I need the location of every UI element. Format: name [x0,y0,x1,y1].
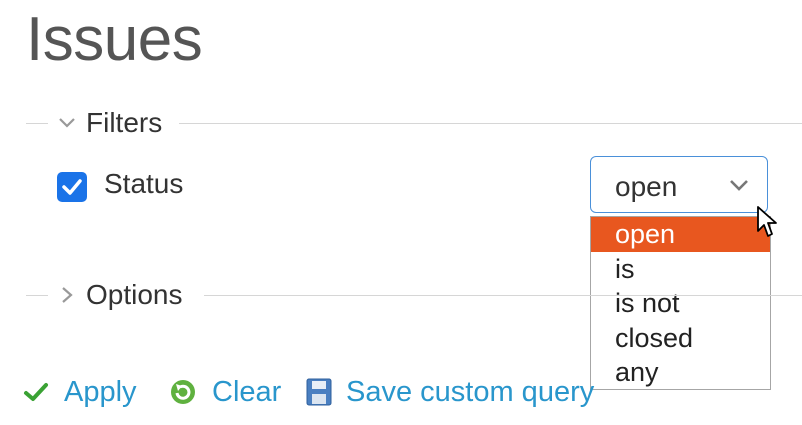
options-toggle[interactable]: Options [58,279,183,310]
dropdown-option-closed[interactable]: closed [591,321,770,356]
clear-label: Clear [212,375,282,408]
select-value: open [615,171,678,202]
chevron-down-icon [59,118,75,128]
chevron-right-icon [62,287,73,303]
status-filter-label: Status [104,168,184,199]
filters-toggle[interactable]: Filters [58,107,163,138]
chevron-down-icon [730,180,748,191]
status-checkbox[interactable] [57,172,87,202]
divider [179,123,802,124]
options-fieldset: Options [26,279,802,310]
divider [204,295,802,296]
filters-legend-label: Filters [86,107,163,138]
save-custom-query-link[interactable]: Save custom query [306,372,594,412]
divider [26,123,48,124]
dropdown-option-any[interactable]: any [591,355,770,389]
checkmark-icon [24,383,48,401]
clear-link[interactable]: Clear [168,372,281,412]
reload-icon [171,380,195,404]
checkmark-icon [62,179,82,195]
status-operator-select[interactable]: open [590,156,768,213]
save-custom-query-label: Save custom query [346,375,595,408]
page-title: Issues [26,5,203,74]
save-icon [306,378,332,406]
divider [26,295,48,296]
apply-link[interactable]: Apply [22,372,137,412]
filters-fieldset: Filters [26,107,802,138]
apply-label: Apply [64,375,137,408]
options-legend-label: Options [86,279,183,310]
dropdown-option-open[interactable]: open [591,217,770,252]
mouse-pointer-icon [757,206,777,237]
